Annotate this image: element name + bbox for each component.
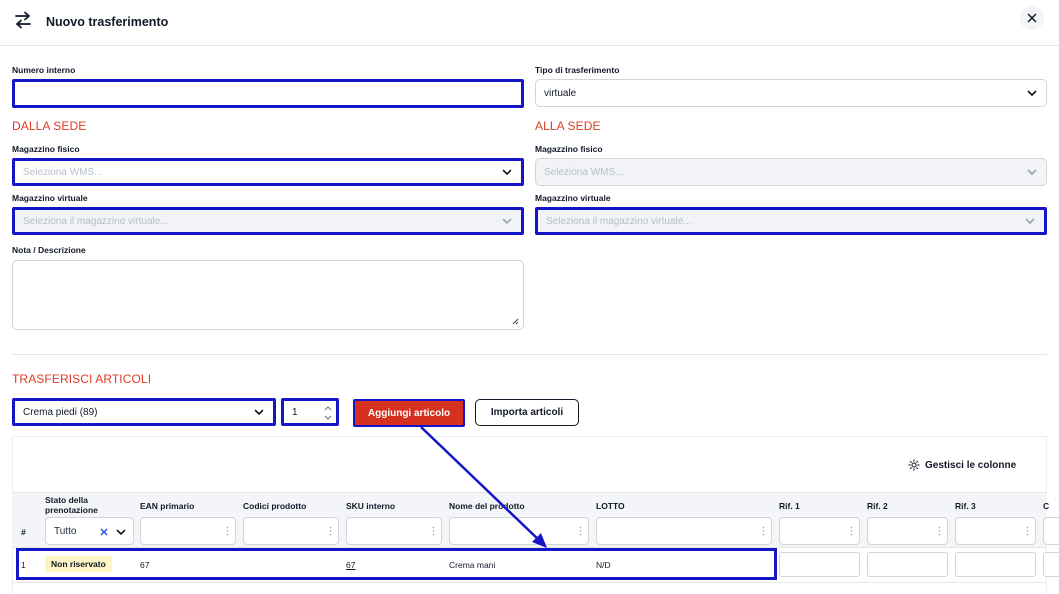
- chevron-down-icon: [1025, 218, 1035, 224]
- more-vertical-icon[interactable]: [329, 526, 332, 536]
- more-vertical-icon[interactable]: [226, 526, 229, 536]
- row-rif1-input[interactable]: [779, 552, 860, 577]
- stato-filter-value: Tutto: [54, 526, 77, 537]
- col-header-nome[interactable]: Nome del prodotto: [449, 501, 525, 511]
- dalla-magazzino-fisico-placeholder: Seleziona WMS...: [23, 166, 103, 178]
- rif3-filter-input[interactable]: [955, 517, 1036, 545]
- gestisci-colonne-button[interactable]: Gestisci le colonne: [908, 459, 1016, 471]
- dalla-magazzino-fisico-label: Magazzino fisico: [12, 144, 80, 154]
- alla-sede-title: ALLA SEDE: [535, 119, 601, 133]
- alla-magazzino-virtuale-label: Magazzino virtuale: [535, 193, 611, 203]
- col-header-more[interactable]: C: [1043, 501, 1049, 511]
- alla-magazzino-fisico-label: Magazzino fisico: [535, 144, 603, 154]
- row-rif2-input[interactable]: [867, 552, 948, 577]
- clear-icon[interactable]: [100, 528, 108, 536]
- lotto-filter-input[interactable]: [596, 517, 772, 545]
- col-header-stato[interactable]: Stato della prenotazione: [45, 495, 115, 515]
- more-vertical-icon[interactable]: [1026, 526, 1029, 536]
- chevron-down-icon: [254, 409, 264, 415]
- col-header-sku[interactable]: SKU interno: [346, 501, 395, 511]
- aggiungi-articolo-button[interactable]: Aggiungi articolo: [353, 399, 465, 427]
- col-header-codici[interactable]: Codici prodotto: [243, 501, 306, 511]
- alla-magazzino-virtuale-placeholder: Seleziona il magazzino virtuale...: [546, 215, 692, 227]
- dalla-magazzino-virtuale-label: Magazzino virtuale: [12, 193, 88, 203]
- numero-interno-label: Numero interno: [12, 65, 76, 75]
- importa-articoli-button[interactable]: Importa articoli: [475, 399, 579, 426]
- tipo-trasferimento-label: Tipo di trasferimento: [535, 65, 620, 75]
- row-divider: [12, 582, 1047, 583]
- more-vertical-icon[interactable]: [762, 526, 765, 536]
- nota-label: Nota / Descrizione: [12, 245, 86, 255]
- tipo-trasferimento-select[interactable]: virtuale: [535, 79, 1047, 107]
- gear-icon: [908, 459, 920, 471]
- chevron-down-icon: [1027, 90, 1037, 96]
- gestisci-colonne-label: Gestisci le colonne: [925, 459, 1017, 471]
- col-header-rif1[interactable]: Rif. 1: [779, 501, 800, 511]
- rif1-filter-input[interactable]: [779, 517, 860, 545]
- section-divider: [12, 354, 1047, 355]
- dialog-header: Nuovo trasferimento: [0, 0, 1059, 46]
- close-button[interactable]: [1020, 6, 1044, 30]
- ean-filter-input[interactable]: [140, 517, 236, 545]
- transfer-arrows-icon: [15, 11, 31, 29]
- more-vertical-icon[interactable]: [938, 526, 941, 536]
- nota-textarea[interactable]: [12, 260, 524, 330]
- quantity-stepper[interactable]: 1: [281, 398, 339, 426]
- close-icon: [1027, 13, 1037, 23]
- dialog-title: Nuovo trasferimento: [46, 15, 169, 29]
- row-more-input[interactable]: [1043, 552, 1059, 577]
- dalla-magazzino-virtuale-select[interactable]: Seleziona il magazzino virtuale...: [12, 207, 524, 235]
- article-select[interactable]: Crema piedi (89): [12, 398, 276, 426]
- stato-filter-select[interactable]: Tutto: [45, 517, 134, 545]
- dalla-magazzino-fisico-select[interactable]: Seleziona WMS...: [12, 158, 524, 186]
- col-header-rif3[interactable]: Rif. 3: [955, 501, 976, 511]
- dalla-sede-title: DALLA SEDE: [12, 119, 87, 133]
- numero-interno-input[interactable]: [12, 79, 524, 108]
- col-header-lotto[interactable]: LOTTO: [596, 501, 625, 511]
- col-header-rif2[interactable]: Rif. 2: [867, 501, 888, 511]
- sku-filter-input[interactable]: [346, 517, 442, 545]
- article-select-value: Crema piedi (89): [23, 406, 98, 418]
- more-vertical-icon[interactable]: [432, 526, 435, 536]
- more-vertical-icon[interactable]: [579, 526, 582, 536]
- alla-magazzino-fisico-select[interactable]: Seleziona WMS...: [535, 158, 1047, 186]
- chevron-down-icon: [502, 169, 512, 175]
- more-filter-input[interactable]: [1043, 517, 1059, 545]
- codici-filter-input[interactable]: [243, 517, 339, 545]
- alla-magazzino-virtuale-select[interactable]: Seleziona il magazzino virtuale...: [535, 207, 1047, 235]
- chevron-down-icon: [1027, 169, 1037, 175]
- row-rif3-input[interactable]: [955, 552, 1036, 577]
- highlighted-row: [16, 548, 777, 580]
- col-header-num: #: [21, 527, 26, 537]
- nome-filter-input[interactable]: [449, 517, 589, 545]
- col-header-ean[interactable]: EAN primario: [140, 501, 194, 511]
- rif2-filter-input[interactable]: [867, 517, 948, 545]
- alla-magazzino-fisico-placeholder: Seleziona WMS...: [544, 166, 624, 178]
- resize-handle-icon[interactable]: [511, 317, 519, 325]
- tipo-trasferimento-value: virtuale: [544, 87, 577, 99]
- trasferisci-articoli-title: TRASFERISCI ARTICOLI: [12, 372, 152, 386]
- chevron-down-icon: [116, 529, 126, 535]
- dalla-magazzino-virtuale-placeholder: Seleziona il magazzino virtuale...: [23, 215, 169, 227]
- stepper-arrows-icon[interactable]: [323, 403, 333, 423]
- chevron-down-icon: [502, 218, 512, 224]
- more-vertical-icon[interactable]: [850, 526, 853, 536]
